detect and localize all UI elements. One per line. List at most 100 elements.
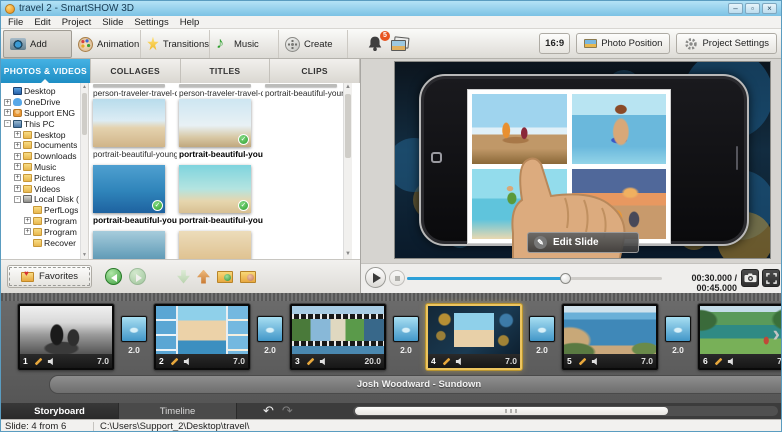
undo-button[interactable] (263, 404, 274, 418)
view-mode-tab[interactable]: Storyboard (1, 403, 119, 419)
menu-item[interactable]: Help (180, 17, 200, 28)
photo-thumbnail[interactable] (179, 165, 251, 213)
view-mode-tab[interactable]: Timeline (119, 403, 237, 419)
tree-item[interactable]: Recover (1, 237, 79, 248)
tree-toggle[interactable] (24, 239, 31, 246)
speaker-icon[interactable] (727, 357, 736, 366)
photo-thumbnail[interactable] (93, 165, 165, 213)
photo-thumbnail[interactable] (93, 84, 165, 87)
toolbar-tab[interactable]: Create (279, 30, 348, 58)
close-button[interactable]: × (762, 3, 777, 14)
tree-toggle[interactable]: + (24, 228, 31, 235)
storyboard-slide[interactable]: 4 7.0 (426, 304, 522, 370)
music-track-bar[interactable]: Josh Woodward - Sundown (49, 375, 782, 394)
menu-item[interactable]: Edit (34, 17, 50, 28)
toolbar-tab[interactable]: Add (3, 30, 72, 58)
tree-toggle[interactable]: - (4, 120, 11, 127)
tree-item[interactable]: - This PC (1, 118, 79, 129)
edit-pencil-icon[interactable] (713, 356, 724, 367)
edit-pencil-icon[interactable] (577, 356, 588, 367)
menu-item[interactable]: Project (62, 17, 92, 28)
tree-item[interactable]: + OneDrive (1, 97, 79, 108)
tree-item[interactable]: Desktop (1, 86, 79, 97)
stop-button[interactable] (389, 270, 405, 286)
seek-knob[interactable] (560, 273, 571, 284)
snapshot-button[interactable] (741, 269, 759, 287)
tree-toggle[interactable] (4, 88, 11, 95)
storyboard-scrollbar[interactable] (353, 406, 778, 416)
tree-toggle[interactable]: + (4, 109, 11, 116)
speaker-icon[interactable] (183, 357, 192, 366)
storyboard-slide[interactable]: 2 7.0 (154, 304, 250, 370)
tree-item[interactable]: PerfLogs (1, 205, 79, 216)
speaker-icon[interactable] (591, 357, 600, 366)
tree-item[interactable]: + Program (1, 226, 79, 237)
scroll-down-icon[interactable] (344, 250, 352, 259)
maximize-button[interactable]: ▫ (745, 3, 760, 14)
edit-pencil-icon[interactable] (305, 356, 316, 367)
edit-pencil-icon[interactable] (33, 356, 44, 367)
library-tab[interactable]: PHOTOS & VIDEOS (1, 59, 91, 83)
scroll-up-icon[interactable] (344, 83, 352, 92)
project-settings-button[interactable]: Project Settings (676, 33, 777, 54)
library-tab[interactable]: COLLAGES (91, 59, 181, 83)
tree-toggle[interactable]: + (14, 153, 21, 160)
tree-item[interactable]: + Pictures (1, 172, 79, 183)
scrollbar-handle[interactable] (355, 407, 668, 415)
tree-toggle[interactable]: + (14, 174, 21, 181)
speaker-icon[interactable] (455, 357, 464, 366)
transition-thumbnail[interactable] (665, 316, 691, 342)
storyboard-slide[interactable]: 5 7.0 (562, 304, 658, 370)
tree-item[interactable]: + Downloads (1, 151, 79, 162)
tree-item[interactable]: + Documents (1, 140, 79, 151)
play-button[interactable] (365, 267, 386, 288)
photo-thumbnail[interactable] (179, 99, 251, 147)
storyboard-slide[interactable]: 3 20.0 (290, 304, 386, 370)
menu-item[interactable]: Slide (102, 17, 123, 28)
toolbar-tab[interactable]: Transitions (141, 30, 210, 58)
storyboard-slide[interactable]: 1 7.0 (18, 304, 114, 370)
scroll-up-icon[interactable] (81, 83, 88, 91)
photo-thumbnail[interactable] (265, 84, 337, 87)
photos-stack-icon[interactable] (391, 37, 411, 52)
transition-thumbnail[interactable] (121, 316, 147, 342)
tree-toggle[interactable]: + (14, 163, 21, 170)
fullscreen-button[interactable] (762, 269, 780, 287)
favorites-button[interactable]: Favorites (7, 265, 92, 288)
storyboard-slide[interactable]: 6 7.0 (698, 304, 782, 370)
tree-toggle[interactable]: - (14, 196, 21, 203)
back-button[interactable] (105, 268, 122, 285)
edit-pencil-icon[interactable] (441, 356, 452, 367)
aspect-ratio-button[interactable]: 16:9 (539, 33, 570, 54)
menu-item[interactable]: Settings (134, 17, 168, 28)
folder-photos-icon[interactable] (240, 271, 256, 283)
tree-item[interactable]: + Support ENG (1, 108, 79, 119)
library-tab[interactable]: TITLES (181, 59, 271, 83)
library-tab[interactable]: CLIPS (270, 59, 360, 83)
tree-toggle[interactable]: + (14, 142, 21, 149)
tree-item[interactable]: + Program (1, 216, 79, 227)
photo-thumbnail[interactable] (179, 231, 251, 259)
transition-thumbnail[interactable] (393, 316, 419, 342)
tree-scrollbar[interactable] (80, 83, 88, 259)
speaker-icon[interactable] (47, 357, 56, 366)
tree-toggle[interactable] (24, 207, 31, 214)
tree-item[interactable]: + Videos (1, 183, 79, 194)
scrollbar-handle[interactable] (82, 93, 87, 135)
scroll-down-icon[interactable] (81, 251, 88, 259)
photos-scrollbar[interactable] (343, 83, 352, 259)
seek-slider[interactable] (407, 277, 662, 280)
edit-pencil-icon[interactable] (169, 356, 180, 367)
tree-item[interactable]: - Local Disk ( (1, 194, 79, 205)
forward-button[interactable] (129, 268, 146, 285)
tree-toggle[interactable]: + (14, 131, 21, 138)
minimize-button[interactable]: – (728, 3, 743, 14)
transition-thumbnail[interactable] (257, 316, 283, 342)
toolbar-tab[interactable]: Animation (72, 30, 141, 58)
storyboard-next-icon[interactable] (773, 323, 780, 345)
photo-position-button[interactable]: Photo Position (576, 33, 670, 54)
menu-item[interactable]: File (8, 17, 23, 28)
scrollbar-handle[interactable] (345, 94, 351, 158)
folder-add-icon[interactable] (217, 271, 233, 283)
speaker-icon[interactable] (319, 357, 328, 366)
